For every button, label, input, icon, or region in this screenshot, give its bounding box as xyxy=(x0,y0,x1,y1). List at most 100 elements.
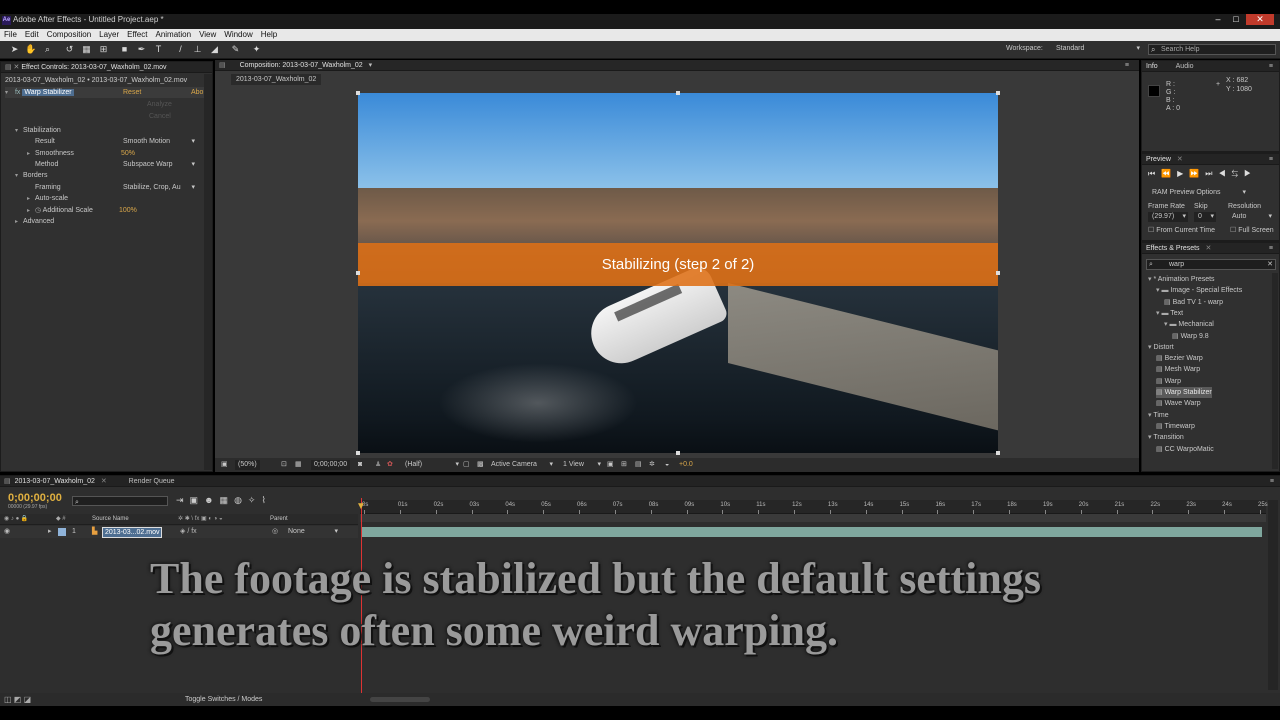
from-current-time-checkbox[interactable]: ☐ From Current Time xyxy=(1148,225,1215,236)
color-channel-icon[interactable]: ✿ xyxy=(387,460,393,470)
method-dropdown[interactable]: Subspace Warp xyxy=(119,160,197,170)
puppet-tool-icon[interactable]: ✦ xyxy=(251,44,262,55)
effect-category[interactable]: ▾ * Animation Presets xyxy=(1148,274,1215,285)
toggle-pixel-aspect-icon[interactable]: ▣ xyxy=(607,460,614,470)
layer-row[interactable]: ◉ ▸ 1 ▙ 2013-03...02.mov ◈ / fx ◎ None xyxy=(0,526,358,538)
menu-effect[interactable]: Effect xyxy=(123,29,151,41)
fast-previews-icon[interactable]: ⊞ xyxy=(621,460,627,470)
prop-advanced[interactable]: ▸ Advanced xyxy=(15,216,54,227)
panel-menu-icon[interactable]: ≡ xyxy=(1125,60,1129,70)
preset-folder[interactable]: ▾ ▬ Mechanical xyxy=(1164,319,1214,330)
panel-menu-icon[interactable]: ≡ xyxy=(1269,61,1273,71)
tab-audio[interactable]: Audio xyxy=(1176,63,1194,70)
frame-handle[interactable] xyxy=(356,91,360,95)
effect-item[interactable]: ▤ Timewarp xyxy=(1156,421,1195,432)
selection-tool-icon[interactable]: ➤ xyxy=(9,44,20,55)
panel-menu-icon[interactable]: ≡ xyxy=(1270,476,1274,486)
zoom-dropdown[interactable]: (50%) xyxy=(235,460,260,470)
prop-borders[interactable]: ▾ Borders xyxy=(15,170,48,181)
result-dropdown[interactable]: Smooth Motion xyxy=(119,137,197,147)
pickwhip-icon[interactable]: ◎ xyxy=(272,526,278,538)
menu-layer[interactable]: Layer xyxy=(95,29,123,41)
snapshot-icon[interactable]: ◙ xyxy=(358,460,362,470)
flowchart-icon[interactable]: ✲ xyxy=(649,460,655,470)
timecode-display[interactable]: 0;00;00;00 xyxy=(311,460,351,470)
parent-header[interactable]: Parent xyxy=(270,514,288,525)
tab-info[interactable]: Info xyxy=(1146,63,1158,70)
frame-blending-icon[interactable]: ▦ xyxy=(220,495,235,505)
play-icon[interactable]: ▶ xyxy=(1177,169,1189,178)
minimize-icon[interactable]: – xyxy=(1210,14,1226,25)
status-icons[interactable]: ◫ ◩ ◪ xyxy=(4,695,31,704)
view-layout-dropdown[interactable]: 1 View xyxy=(559,460,603,470)
timeline-timecode[interactable]: 0;00;00;00 xyxy=(8,492,62,504)
time-ruler[interactable]: 0s 01s 02s 03s 04s 05s 06s 07s 08s 09s 10s 11s 12s 13… xyxy=(360,500,1268,514)
clear-search-icon[interactable]: ✕ xyxy=(1267,260,1273,269)
loop-icon[interactable]: ⇆ xyxy=(1232,169,1244,178)
clone-stamp-tool-icon[interactable]: ⊥ xyxy=(192,44,203,55)
panel-menu-icon[interactable]: ≡ xyxy=(1269,243,1273,253)
effect-header-row[interactable]: ▾ fx Warp Stabilizer Reset Abo xyxy=(5,87,210,98)
cancel-button[interactable]: Cancel xyxy=(149,111,171,122)
frame-handle[interactable] xyxy=(996,91,1000,95)
tab-preview[interactable]: Preview xyxy=(1146,156,1171,163)
close-icon[interactable]: ✕ xyxy=(1246,14,1274,25)
composition-frame[interactable]: Stabilizing (step 2 of 2) xyxy=(358,93,998,453)
frame-handle[interactable] xyxy=(676,91,680,95)
effect-item[interactable]: ▤ Warp 9.8 xyxy=(1172,331,1209,342)
pan-behind-tool-icon[interactable]: ⊞ xyxy=(98,44,109,55)
layer-name[interactable]: 2013-03...02.mov xyxy=(102,527,163,538)
tab-render-queue[interactable]: Render Queue xyxy=(129,478,175,485)
hand-tool-icon[interactable]: ✋ xyxy=(25,44,36,55)
effect-item[interactable]: ▤ Mesh Warp xyxy=(1156,364,1200,375)
type-tool-icon[interactable]: T xyxy=(153,44,164,55)
effect-item[interactable]: ▤ Bad TV 1 - warp xyxy=(1164,297,1223,308)
effect-item[interactable]: ▤ Wave Warp xyxy=(1156,398,1201,409)
preset-folder[interactable]: ▾ ▬ Text xyxy=(1156,308,1183,319)
roto-brush-tool-icon[interactable]: ✎ xyxy=(230,44,241,55)
layer-switches-icons[interactable]: ◈ / fx xyxy=(180,526,197,538)
timeline-scrollbar[interactable] xyxy=(1268,500,1278,690)
search-help-field[interactable]: ⌕ Search Help xyxy=(1148,44,1276,55)
fx-icon[interactable]: fx xyxy=(15,89,20,96)
resolution-dropdown-preview[interactable]: Auto xyxy=(1228,212,1274,222)
eraser-tool-icon[interactable]: ◢ xyxy=(209,44,220,55)
ram-preview-options-dropdown[interactable]: RAM Preview Options xyxy=(1148,188,1248,198)
pen-tool-icon[interactable]: ✒ xyxy=(136,44,147,55)
layer-duration-bar[interactable] xyxy=(362,527,1262,537)
first-frame-icon[interactable]: ⏮ xyxy=(1148,169,1161,178)
effect-category[interactable]: ▾ Time xyxy=(1148,410,1169,421)
roi-icon[interactable]: ▢ xyxy=(463,460,470,470)
about-link[interactable]: Abo xyxy=(191,87,203,98)
transparency-grid-icon[interactable]: ▩ xyxy=(477,460,484,470)
draft-3d-icon[interactable]: ▣ xyxy=(190,495,205,505)
graph-editor-icon[interactable]: ⌇ xyxy=(261,495,271,505)
additional-scale-value[interactable]: 100% xyxy=(119,205,137,216)
ram-preview-icon[interactable]: ▶ xyxy=(1244,169,1257,178)
timeline-icon[interactable]: ▤ xyxy=(635,460,642,470)
zoom-tool-icon[interactable]: ⌕ xyxy=(42,44,53,55)
prev-frame-icon[interactable]: ⏪ xyxy=(1161,169,1177,178)
effect-item[interactable]: ▤ Warp xyxy=(1156,376,1181,387)
panel-menu-icon[interactable]: ≡ xyxy=(1269,154,1273,164)
exposure-value[interactable]: +0.0 xyxy=(679,460,693,470)
frame-rate-dropdown[interactable]: (29.97) xyxy=(1148,212,1188,222)
menu-composition[interactable]: Composition xyxy=(43,29,95,41)
last-frame-icon[interactable]: ⏭ xyxy=(1205,169,1218,178)
rotate-tool-icon[interactable]: ↺ xyxy=(64,44,75,55)
menu-window[interactable]: Window xyxy=(220,29,256,41)
comp-subtab[interactable]: 2013-03-07_Waxholm_02 xyxy=(231,74,322,85)
effect-item[interactable]: ▤ Warp Stabilizer xyxy=(1156,387,1212,398)
frame-handle[interactable] xyxy=(356,451,360,455)
source-name-header[interactable]: Source Name xyxy=(92,514,129,525)
panel-lock-icon[interactable]: ▤ xyxy=(219,62,226,69)
maximize-icon[interactable]: □ xyxy=(1228,14,1244,25)
effect-item[interactable]: ▤ CC WarpoMatic xyxy=(1156,444,1214,455)
tab-effect-controls[interactable]: Effect Controls: 2013-03-07_Waxholm_02.m… xyxy=(21,64,166,71)
motion-blur-icon[interactable]: ◍ xyxy=(234,495,248,505)
prop-smoothness[interactable]: ▸ Smoothness xyxy=(27,148,74,159)
brainstorm-icon[interactable]: ✧ xyxy=(248,495,262,505)
audio-icon[interactable]: ◀ xyxy=(1219,169,1232,178)
workspace-dropdown[interactable]: Standard xyxy=(1052,44,1142,54)
fit-icon[interactable]: ⊡ xyxy=(281,460,287,470)
